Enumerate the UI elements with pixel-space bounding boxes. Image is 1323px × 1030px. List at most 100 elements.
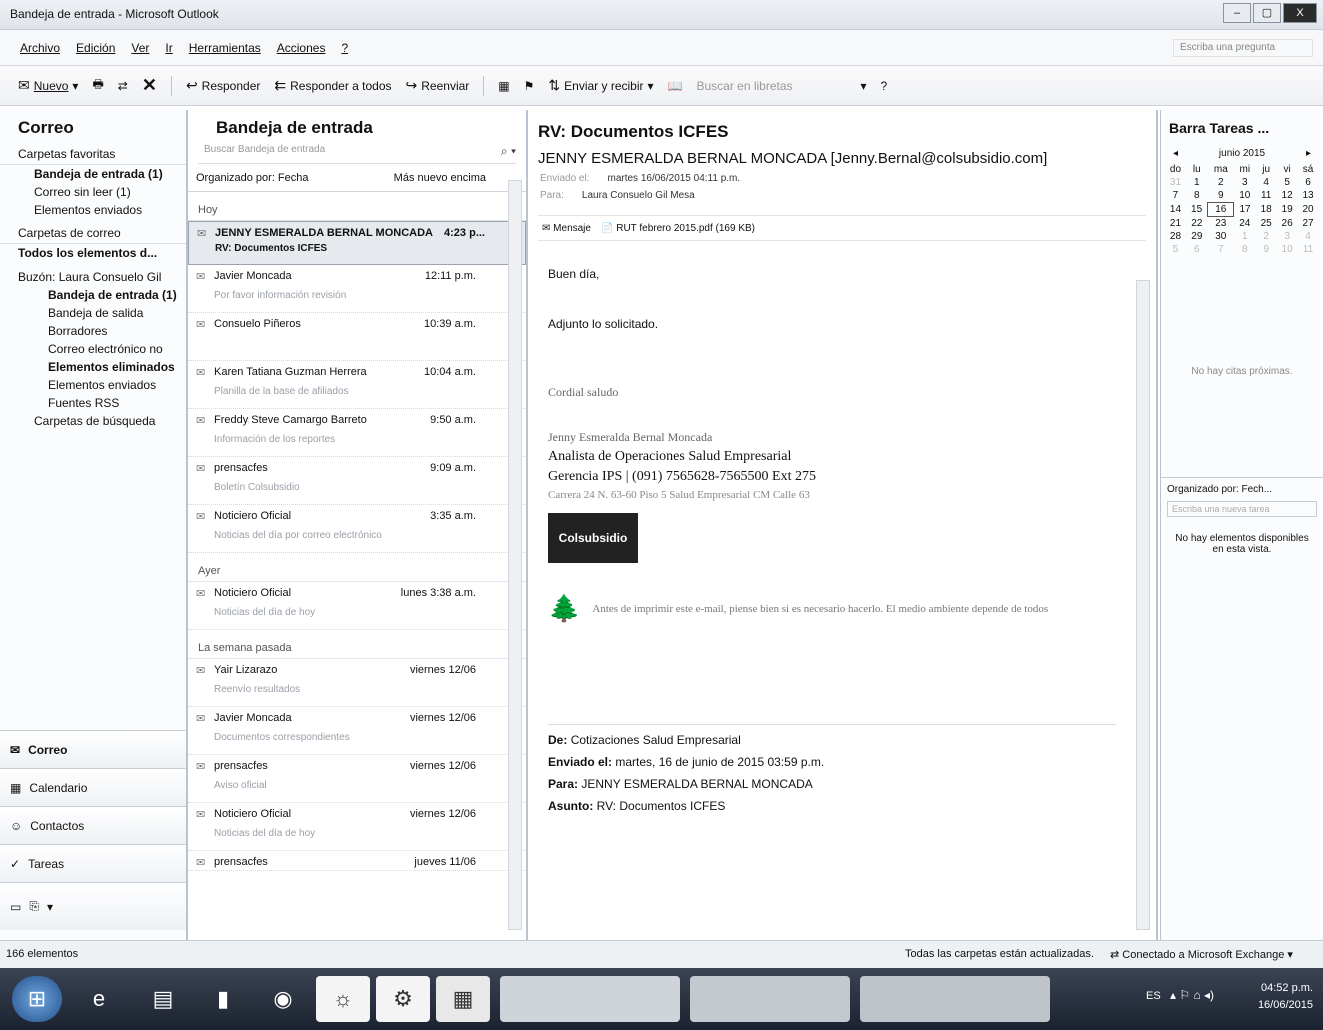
calendar-day[interactable]: 3 [1234, 176, 1256, 189]
favorites-header[interactable]: Carpetas favoritas [0, 144, 186, 165]
tray-icons[interactable]: ▴ ⚐ ⌂ ◂) [1170, 988, 1214, 1002]
fav-unread[interactable]: Correo sin leer (1) [0, 183, 186, 201]
folder-deleted[interactable]: Elementos eliminados [0, 358, 186, 376]
minimize-button[interactable]: – [1223, 3, 1251, 23]
print-icon[interactable]: 🖶 [92, 75, 103, 96]
list-item[interactable]: ✉ prensacfes jueves 11/06 [188, 851, 526, 871]
calendar-day[interactable]: 31 [1165, 176, 1186, 189]
help-input[interactable]: Escriba una pregunta [1173, 39, 1313, 57]
help-icon[interactable]: ? [881, 79, 888, 93]
menu-archivo[interactable]: Archivo [20, 41, 60, 55]
taskbar-app2[interactable]: ◉ [256, 976, 310, 1022]
folder-outbox[interactable]: Bandeja de salida [0, 304, 186, 322]
search-icon[interactable]: ⌕ ▾ [501, 144, 516, 163]
calendar-day[interactable]: 25 [1256, 217, 1277, 231]
calendar-day[interactable]: 22 [1186, 217, 1208, 231]
all-items-dropdown[interactable]: Todos los elementos d... [0, 244, 186, 262]
flag-icon[interactable]: ⚑ [524, 79, 535, 93]
calendar-day[interactable]: 28 [1165, 230, 1186, 243]
inbox-search-input[interactable]: Buscar Bandeja de entrada ⌕ ▾ [198, 144, 516, 164]
fav-sent[interactable]: Elementos enviados [0, 201, 186, 219]
search-contacts-field[interactable]: Buscar en libretas [696, 79, 846, 93]
calendar-day[interactable]: 15 [1186, 203, 1208, 217]
message-tab[interactable]: ✉ Mensaje [542, 223, 591, 234]
menu-ayuda[interactable]: ? [341, 41, 348, 55]
calendar-day[interactable]: 21 [1165, 217, 1186, 231]
calendar-day[interactable]: 20 [1298, 203, 1319, 217]
taskbar-ie[interactable]: e [72, 976, 126, 1022]
list-item[interactable]: ✉ Javier Moncada viernes 12/06 Documentos c… [188, 707, 526, 755]
calendar-day[interactable]: 1 [1186, 176, 1208, 189]
mailbox-root[interactable]: Buzón: Laura Consuelo Gil [0, 268, 186, 286]
list-item[interactable]: ✉ prensacfes viernes 12/06 Aviso oficial [188, 755, 526, 803]
nav-calendar-button[interactable]: ▦ Calendario [0, 768, 186, 806]
maximize-button[interactable]: ▢ [1253, 3, 1281, 23]
list-item[interactable]: ✉ Noticiero Oficial 3:35 a.m. Noticias del … [188, 505, 526, 553]
reply-button[interactable]: ↩ Responder [186, 77, 260, 94]
calendar-day[interactable]: 11 [1256, 189, 1277, 203]
calendar-day[interactable]: 30 [1208, 230, 1234, 243]
reading-scrollbar[interactable] [1136, 280, 1150, 930]
reply-all-button[interactable]: ⇇ Responder a todos [274, 77, 391, 94]
list-item[interactable]: ✉ Consuelo Piñeros 10:39 a.m. [188, 313, 526, 361]
menu-ir[interactable]: Ir [165, 41, 172, 55]
group-yesterday[interactable]: Ayer [188, 553, 526, 582]
fav-inbox[interactable]: Bandeja de entrada (1) [0, 165, 186, 183]
calendar-day[interactable]: 2 [1256, 230, 1277, 243]
list-item[interactable]: ✉ Yair Lizarazo viernes 12/06 Reenvío resul… [188, 659, 526, 707]
connection-status[interactable]: ⇄ Conectado a Microsoft Exchange ▾ [1110, 948, 1293, 961]
calendar-day[interactable]: 29 [1186, 230, 1208, 243]
prev-month-icon[interactable]: ◂ [1173, 148, 1178, 159]
calendar-day[interactable]: 16 [1207, 202, 1235, 217]
calendar-day[interactable]: 7 [1208, 243, 1234, 256]
group-today[interactable]: Hoy [188, 192, 526, 221]
calendar-day[interactable]: 12 [1277, 189, 1298, 203]
taskbar-window-1[interactable] [500, 976, 680, 1022]
calendar-day[interactable]: 23 [1208, 217, 1234, 231]
folder-search[interactable]: Carpetas de búsqueda [0, 412, 186, 430]
taskbar-window-2[interactable] [690, 976, 850, 1022]
calendar-day[interactable]: 4 [1256, 176, 1277, 189]
calendar-day[interactable]: 7 [1165, 189, 1186, 203]
taskbar-app1[interactable]: ▮ [196, 976, 250, 1022]
calendar-day[interactable]: 9 [1256, 243, 1277, 256]
move-icon[interactable]: ⇄ [118, 79, 128, 93]
list-item[interactable]: ✉ Freddy Steve Camargo Barreto 9:50 a.m. In… [188, 409, 526, 457]
calendar-day[interactable]: 6 [1186, 243, 1208, 256]
calendar-day[interactable]: 11 [1298, 243, 1319, 256]
new-button[interactable]: ✉ Nuevo ▾ [18, 77, 78, 94]
menu-ver[interactable]: Ver [131, 41, 149, 55]
calendar-day[interactable]: 5 [1277, 176, 1298, 189]
calendar-day[interactable]: 27 [1298, 217, 1319, 231]
next-month-icon[interactable]: ▸ [1306, 148, 1311, 159]
sort-bar[interactable]: Organizado por: Fecha Más nuevo encima [188, 164, 526, 192]
folder-drafts[interactable]: Borradores [0, 322, 186, 340]
calendar-day[interactable]: 4 [1298, 230, 1319, 243]
list-item[interactable]: ✉ Noticiero Oficial lunes 3:38 a.m. Noticia… [188, 582, 526, 630]
calendar-day[interactable]: 1 [1234, 230, 1256, 243]
menu-herramientas[interactable]: Herramientas [189, 41, 261, 55]
taskbar-window-3[interactable] [860, 976, 1050, 1022]
calendar-day[interactable]: 19 [1277, 203, 1298, 217]
calendar-day[interactable]: 10 [1234, 189, 1256, 203]
folder-junk[interactable]: Correo electrónico no [0, 340, 186, 358]
close-button[interactable]: X [1283, 3, 1317, 23]
folder-rss[interactable]: Fuentes RSS [0, 394, 186, 412]
menu-edicion[interactable]: Edición [76, 41, 115, 55]
task-sort[interactable]: Organizado por: Fech... [1161, 477, 1323, 501]
calendar-day[interactable]: 3 [1277, 230, 1298, 243]
nav-mail-button[interactable]: ✉ Correo [0, 730, 186, 768]
calendar-day[interactable]: 8 [1186, 189, 1208, 203]
taskbar-app5[interactable]: ▦ [436, 976, 490, 1022]
start-button[interactable]: ⊞ [12, 976, 62, 1022]
calendar-day[interactable]: 26 [1277, 217, 1298, 231]
categorize-icon[interactable]: ▦ [498, 79, 509, 93]
address-book-icon[interactable]: 📖 [668, 79, 683, 93]
nav-contacts-button[interactable]: ☺ Contactos [0, 806, 186, 844]
calendar-day[interactable]: 6 [1298, 176, 1319, 189]
taskbar-app3[interactable]: ☼ [316, 976, 370, 1022]
list-item[interactable]: ✉ JENNY ESMERALDA BERNAL MONCADA 4:23 p...… [188, 221, 526, 265]
dropdown-icon[interactable]: ▾ [860, 79, 866, 93]
calendar-day[interactable]: 2 [1208, 176, 1234, 189]
calendar-day[interactable]: 9 [1208, 189, 1234, 203]
